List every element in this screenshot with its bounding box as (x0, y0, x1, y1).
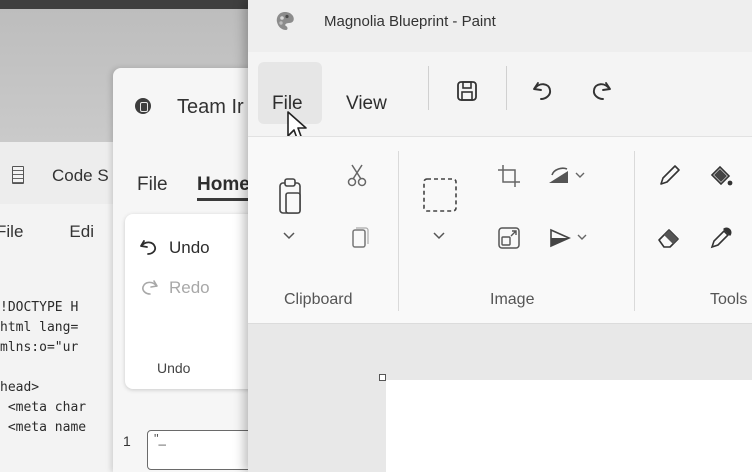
team-app-icon (135, 98, 151, 114)
fill-icon[interactable] (708, 163, 734, 189)
redo-icon (142, 280, 158, 295)
copy-icon[interactable] (346, 225, 372, 251)
pencil-icon[interactable] (656, 163, 682, 189)
undo-group-label: Undo (157, 360, 191, 376)
tools-group-label: Tools (710, 291, 748, 308)
code-window-title: Code S (52, 166, 109, 185)
drawing-canvas[interactable] (386, 380, 752, 472)
crop-icon[interactable] (496, 163, 522, 189)
image-group-label: Image (490, 291, 535, 308)
code-menu-file[interactable]: File (0, 222, 23, 242)
paint-app-icon (276, 12, 294, 30)
ribbon-separator (634, 151, 635, 311)
undo-icon[interactable] (530, 78, 556, 104)
paint-window[interactable]: Magnolia Blueprint - Paint File View Cli… (248, 0, 752, 472)
clipboard-group-label: Clipboard (284, 291, 353, 308)
select-icon[interactable] (420, 175, 460, 215)
save-icon[interactable] (454, 78, 480, 104)
view-menu-button[interactable]: View (346, 93, 387, 115)
chevron-down-icon[interactable] (430, 229, 448, 243)
rotate-icon[interactable] (546, 163, 590, 189)
undo-button[interactable]: Undo (139, 238, 210, 258)
team-tab-file[interactable]: File (137, 174, 168, 196)
document-icon (12, 166, 24, 184)
cut-icon[interactable] (344, 163, 370, 189)
ribbon-separator (398, 151, 399, 311)
redo-label: Redo (169, 278, 210, 297)
resize-icon[interactable] (496, 225, 522, 251)
paste-icon[interactable] (276, 177, 306, 217)
canvas-area[interactable] (248, 324, 752, 472)
paint-titlebar[interactable]: Magnolia Blueprint - Paint (248, 0, 752, 52)
chevron-down-icon[interactable] (280, 229, 298, 243)
paint-menubar: File View (248, 52, 752, 136)
flip-icon[interactable] (548, 225, 592, 251)
team-tab-home[interactable]: Home (197, 174, 250, 201)
undo-label: Undo (169, 238, 210, 257)
team-window-title: Team Ir (177, 96, 244, 118)
eraser-icon[interactable] (656, 225, 682, 251)
paint-ribbon: Clipboard Image Tools (248, 136, 752, 324)
redo-icon[interactable] (588, 78, 614, 104)
paint-window-title: Magnolia Blueprint - Paint (324, 13, 496, 30)
redo-button[interactable]: Redo (139, 278, 210, 298)
color-picker-icon[interactable] (708, 225, 734, 251)
undo-icon (140, 240, 157, 255)
line-number: 1 (123, 433, 131, 449)
menu-divider (506, 66, 507, 110)
menu-divider (428, 66, 429, 110)
canvas-resize-handle[interactable] (379, 374, 386, 381)
team-text-field-value: "_ (154, 431, 166, 446)
code-menu-edit[interactable]: Edi (69, 222, 94, 242)
